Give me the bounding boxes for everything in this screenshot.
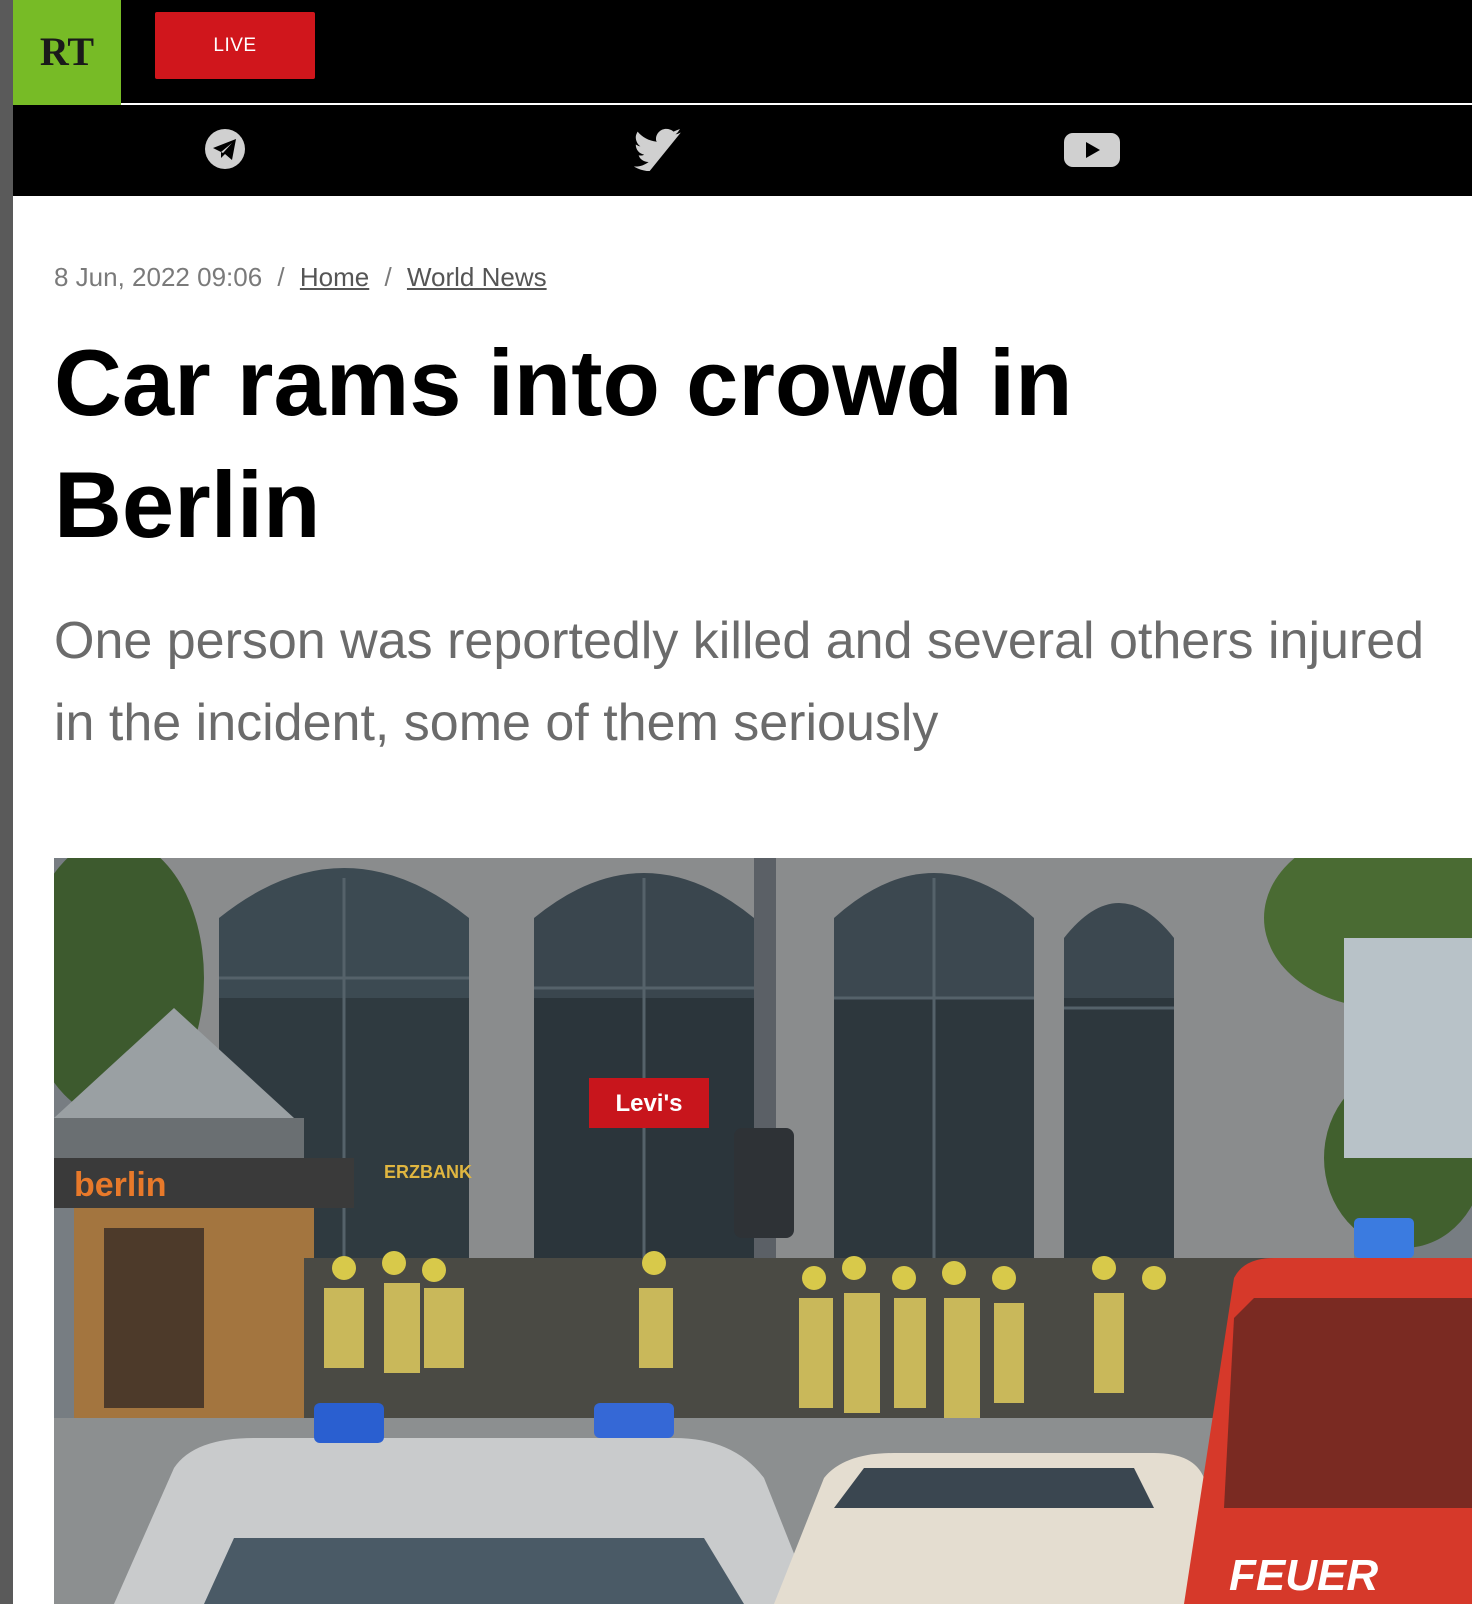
- berlin-sign-text: berlin: [74, 1166, 167, 1204]
- publish-date: 8 Jun, 2022 09:06: [54, 262, 263, 292]
- breadcrumb-home-link[interactable]: Home: [300, 262, 369, 292]
- article-meta: 8 Jun, 2022 09:06 / Home / World News: [54, 262, 547, 293]
- article-title: Car rams into crowd in Berlin: [54, 330, 1073, 557]
- rt-logo-text: RT: [40, 33, 94, 73]
- social-links-bar: [13, 105, 1472, 196]
- rt-logo-mark: RT: [40, 33, 94, 73]
- breadcrumb-world-news-link[interactable]: World News: [407, 262, 547, 292]
- rt-logo[interactable]: RT: [13, 0, 121, 106]
- twitter-icon[interactable]: [633, 127, 685, 176]
- live-button-label: LIVE: [213, 34, 257, 56]
- live-button[interactable]: LIVE: [155, 12, 315, 79]
- article-summary: One person was reportedly killed and sev…: [54, 612, 1425, 752]
- youtube-icon[interactable]: [1063, 127, 1121, 176]
- levis-sign-text: Levi's: [615, 1090, 682, 1117]
- article-photo-illustration: Levi's berlin ERZBANK FEUER: [54, 858, 1472, 1604]
- top-navigation-bar: RT LIVE: [13, 0, 1472, 106]
- article-photo[interactable]: Levi's berlin ERZBANK FEUER: [54, 858, 1472, 1604]
- fire-truck-text: FEUER: [1229, 1551, 1378, 1600]
- breadcrumb-separator: /: [277, 262, 285, 292]
- bank-sign-text: ERZBANK: [384, 1162, 472, 1182]
- breadcrumb-separator: /: [384, 262, 392, 292]
- page: RT LIVE 8 Jun, 2022 09:06 / Home / World…: [13, 0, 1472, 1604]
- telegram-icon[interactable]: [203, 127, 247, 176]
